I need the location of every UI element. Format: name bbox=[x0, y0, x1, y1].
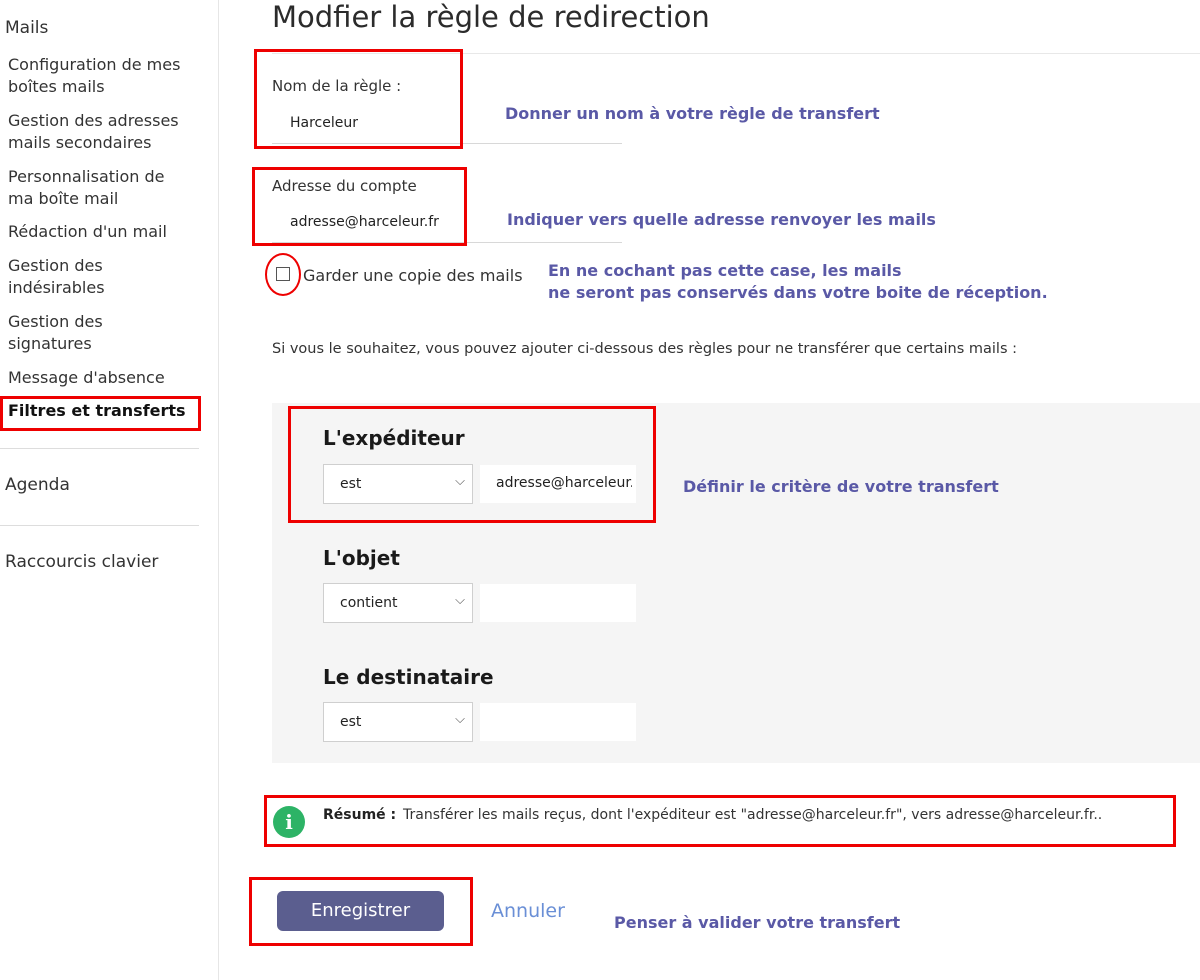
sidebar-item-label: Gestion des bbox=[8, 312, 103, 331]
sidebar-item-spam[interactable]: Gestion des indésirables bbox=[8, 255, 208, 299]
subject-criteria-title: L'objet bbox=[323, 546, 400, 570]
sidebar-item-compose[interactable]: Rédaction d'un mail bbox=[8, 221, 208, 243]
subject-value-input[interactable] bbox=[480, 584, 636, 622]
recipient-operator-value: est bbox=[340, 714, 362, 730]
sidebar-item-agenda[interactable]: Agenda bbox=[5, 475, 70, 495]
chevron-down-icon: ⌵ bbox=[455, 712, 465, 727]
divider bbox=[0, 448, 199, 449]
annotation-criteria: Définir le critère de votre transfert bbox=[683, 477, 999, 496]
sidebar-item-label: ma boîte mail bbox=[8, 189, 119, 208]
highlight-box-summary bbox=[264, 795, 1176, 847]
sidebar: Mails Configuration de mes boîtes mails … bbox=[0, 0, 219, 980]
highlight-box-account bbox=[252, 167, 467, 246]
highlight-box-filters bbox=[0, 396, 201, 431]
highlight-box-rule-name bbox=[254, 49, 463, 149]
sidebar-item-label: Configuration de mes bbox=[8, 55, 181, 74]
recipient-value-input[interactable] bbox=[480, 703, 636, 741]
cancel-button[interactable]: Annuler bbox=[491, 900, 565, 922]
page-title: Modfier la règle de redirection bbox=[272, 0, 710, 34]
keep-copy-label[interactable]: Garder une copie des mails bbox=[303, 266, 523, 285]
subject-operator-select[interactable]: contient ⌵ bbox=[323, 583, 473, 623]
recipient-criteria-title: Le destinataire bbox=[323, 665, 494, 689]
divider bbox=[0, 525, 199, 526]
sidebar-item-away-message[interactable]: Message d'absence bbox=[8, 367, 208, 389]
sidebar-item-secondary-addresses[interactable]: Gestion des adresses mails secondaires bbox=[8, 110, 208, 154]
annotation-validate: Penser à valider votre transfert bbox=[614, 913, 901, 932]
sidebar-item-label: Gestion des adresses bbox=[8, 111, 179, 130]
recipient-operator-select[interactable]: est ⌵ bbox=[323, 702, 473, 742]
highlight-box-sender bbox=[288, 406, 656, 523]
sidebar-item-label: Gestion des bbox=[8, 256, 103, 275]
highlight-circle-checkbox bbox=[265, 253, 301, 296]
chevron-down-icon: ⌵ bbox=[455, 593, 465, 608]
sidebar-item-label: signatures bbox=[8, 334, 92, 353]
sidebar-item-label: Personnalisation de bbox=[8, 167, 165, 186]
info-text: Si vous le souhaitez, vous pouvez ajoute… bbox=[272, 341, 1018, 357]
annotation-name: Donner un nom à votre règle de transfert bbox=[505, 104, 880, 123]
subject-operator-value: contient bbox=[340, 595, 398, 611]
sidebar-item-signatures[interactable]: Gestion des signatures bbox=[8, 311, 208, 355]
sidebar-header-mails[interactable]: Mails bbox=[5, 18, 48, 38]
annotation-address: Indiquer vers quelle adresse renvoyer le… bbox=[507, 210, 936, 229]
sidebar-item-personalization[interactable]: Personnalisation de ma boîte mail bbox=[8, 166, 208, 210]
sidebar-item-label: boîtes mails bbox=[8, 77, 105, 96]
sidebar-item-label: Message d'absence bbox=[8, 368, 165, 387]
sidebar-item-label: mails secondaires bbox=[8, 133, 152, 152]
highlight-box-save bbox=[249, 877, 473, 946]
sidebar-item-label: indésirables bbox=[8, 278, 105, 297]
sidebar-item-label: Rédaction d'un mail bbox=[8, 222, 167, 241]
sidebar-item-mailbox-config[interactable]: Configuration de mes boîtes mails bbox=[8, 54, 208, 98]
annotation-copy-line2: ne seront pas conservés dans votre boite… bbox=[548, 283, 1048, 302]
annotation-copy-line1: En ne cochant pas cette case, les mails bbox=[548, 261, 902, 280]
sidebar-item-shortcuts[interactable]: Raccourcis clavier bbox=[5, 552, 158, 572]
